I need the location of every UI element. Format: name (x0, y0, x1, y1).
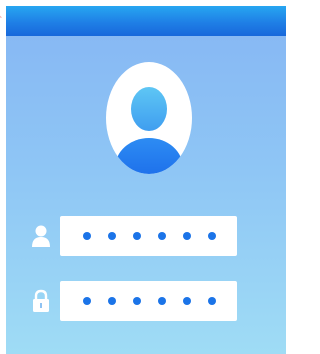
mask-dot (183, 297, 191, 305)
mask-dot (83, 232, 91, 240)
mask-dot (208, 297, 216, 305)
mask-dot (158, 297, 166, 305)
mask-dot (158, 232, 166, 240)
login-panel (6, 6, 286, 354)
mask-dot (208, 232, 216, 240)
mask-dot (83, 297, 91, 305)
mask-dot (108, 232, 116, 240)
mask-dot (183, 232, 191, 240)
mask-dot (133, 232, 141, 240)
username-row (6, 216, 286, 256)
password-row (6, 281, 286, 321)
user-icon (31, 224, 51, 248)
password-input[interactable] (60, 281, 237, 321)
user-avatar-icon (106, 62, 192, 174)
mask-dot (108, 297, 116, 305)
lock-icon (31, 289, 51, 313)
top-bar (6, 6, 286, 36)
username-input[interactable] (60, 216, 237, 256)
mask-dot (133, 297, 141, 305)
